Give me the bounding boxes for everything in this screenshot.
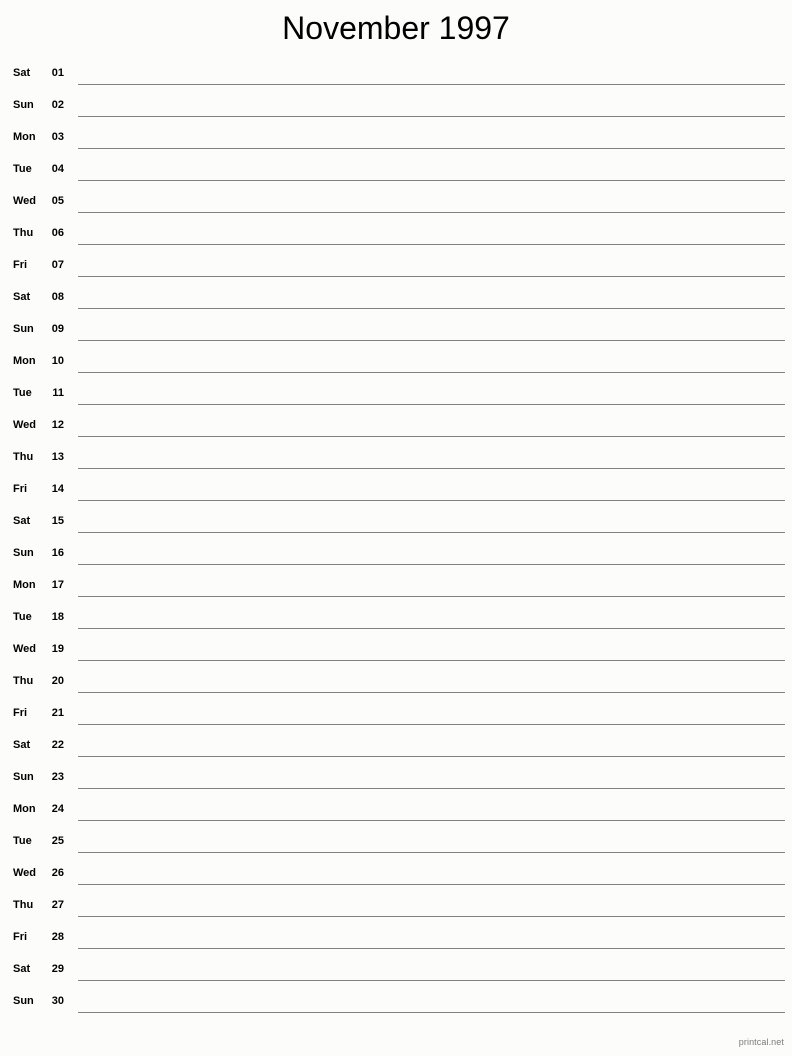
day-writing-line[interactable] bbox=[78, 852, 785, 853]
day-number-label: 14 bbox=[51, 483, 64, 495]
day-row[interactable]: Thu 27 bbox=[0, 892, 792, 924]
day-writing-line[interactable] bbox=[78, 468, 785, 469]
day-row[interactable]: Sun 16 bbox=[0, 540, 792, 572]
day-row[interactable]: Fri 07 bbox=[0, 252, 792, 284]
day-row[interactable]: Wed 26 bbox=[0, 860, 792, 892]
day-row[interactable]: Tue 04 bbox=[0, 156, 792, 188]
day-writing-line[interactable] bbox=[78, 436, 785, 437]
day-number-label: 07 bbox=[51, 259, 64, 271]
day-row[interactable]: Sat 01 bbox=[0, 60, 792, 92]
day-number-label: 12 bbox=[51, 419, 64, 431]
day-row[interactable]: Wed 05 bbox=[0, 188, 792, 220]
day-row[interactable]: Sat 08 bbox=[0, 284, 792, 316]
day-number-label: 20 bbox=[51, 675, 64, 687]
day-number-label: 24 bbox=[51, 803, 64, 815]
day-number-label: 05 bbox=[51, 195, 64, 207]
day-row-list: Sat 01 Sun 02 Mon 03 Tue 04 Wed 05 Thu 06 Fri 07 Sat 08… bbox=[0, 60, 792, 1020]
day-number-label: 21 bbox=[51, 707, 64, 719]
day-row[interactable]: Tue 18 bbox=[0, 604, 792, 636]
day-writing-line[interactable] bbox=[78, 532, 785, 533]
day-number-label: 08 bbox=[51, 291, 64, 303]
day-row[interactable]: Fri 14 bbox=[0, 476, 792, 508]
day-row[interactable]: Thu 20 bbox=[0, 668, 792, 700]
day-writing-line[interactable] bbox=[78, 308, 785, 309]
day-writing-line[interactable] bbox=[78, 404, 785, 405]
footer-credit: printcal.net bbox=[738, 1037, 784, 1047]
day-row[interactable]: Tue 25 bbox=[0, 828, 792, 860]
day-number-label: 19 bbox=[51, 643, 64, 655]
day-writing-line[interactable] bbox=[78, 596, 785, 597]
day-number-label: 27 bbox=[51, 899, 64, 911]
day-number-label: 01 bbox=[51, 67, 64, 79]
day-row[interactable]: Sun 09 bbox=[0, 316, 792, 348]
day-writing-line[interactable] bbox=[78, 660, 785, 661]
day-writing-line[interactable] bbox=[78, 212, 785, 213]
day-writing-line[interactable] bbox=[78, 916, 785, 917]
day-number-label: 06 bbox=[51, 227, 64, 239]
day-writing-line[interactable] bbox=[78, 756, 785, 757]
day-writing-line[interactable] bbox=[78, 244, 785, 245]
day-row[interactable]: Fri 21 bbox=[0, 700, 792, 732]
day-row[interactable]: Mon 17 bbox=[0, 572, 792, 604]
day-row[interactable]: Sun 02 bbox=[0, 92, 792, 124]
page-title-text: November 1997 bbox=[282, 10, 510, 46]
day-writing-line[interactable] bbox=[78, 84, 785, 85]
day-row[interactable]: Mon 03 bbox=[0, 124, 792, 156]
day-row[interactable]: Wed 19 bbox=[0, 636, 792, 668]
day-row[interactable]: Mon 24 bbox=[0, 796, 792, 828]
day-writing-line[interactable] bbox=[78, 148, 785, 149]
day-number-label: 11 bbox=[52, 387, 64, 399]
day-writing-line[interactable] bbox=[78, 1012, 785, 1013]
day-row[interactable]: Mon 10 bbox=[0, 348, 792, 380]
day-writing-line[interactable] bbox=[78, 884, 785, 885]
day-number-label: 22 bbox=[51, 739, 64, 751]
day-number-label: 10 bbox=[51, 355, 64, 367]
day-writing-line[interactable] bbox=[78, 116, 785, 117]
day-writing-line[interactable] bbox=[78, 180, 785, 181]
day-number-label: 29 bbox=[51, 963, 64, 975]
day-writing-line[interactable] bbox=[78, 276, 785, 277]
day-writing-line[interactable] bbox=[78, 564, 785, 565]
day-number-label: 02 bbox=[51, 99, 64, 111]
day-number-label: 03 bbox=[51, 131, 64, 143]
day-row[interactable]: Fri 28 bbox=[0, 924, 792, 956]
day-row[interactable]: Wed 12 bbox=[0, 412, 792, 444]
day-writing-line[interactable] bbox=[78, 948, 785, 949]
day-number-label: 25 bbox=[51, 835, 64, 847]
day-writing-line[interactable] bbox=[78, 724, 785, 725]
day-number-label: 16 bbox=[51, 547, 64, 559]
day-writing-line[interactable] bbox=[78, 788, 785, 789]
day-writing-line[interactable] bbox=[78, 692, 785, 693]
day-writing-line[interactable] bbox=[78, 980, 785, 981]
day-row[interactable]: Sun 30 bbox=[0, 988, 792, 1020]
day-writing-line[interactable] bbox=[78, 628, 785, 629]
day-row[interactable]: Thu 06 bbox=[0, 220, 792, 252]
day-row[interactable]: Sat 22 bbox=[0, 732, 792, 764]
day-writing-line[interactable] bbox=[78, 340, 785, 341]
day-writing-line[interactable] bbox=[78, 500, 785, 501]
day-number-label: 26 bbox=[51, 867, 64, 879]
day-number-label: 09 bbox=[51, 323, 64, 335]
page-title: November 1997 bbox=[0, 8, 792, 48]
day-number-label: 28 bbox=[51, 931, 64, 943]
day-number-label: 13 bbox=[51, 451, 64, 463]
day-row[interactable]: Sat 15 bbox=[0, 508, 792, 540]
day-row[interactable]: Thu 13 bbox=[0, 444, 792, 476]
day-row[interactable]: Sat 29 bbox=[0, 956, 792, 988]
day-number-label: 04 bbox=[51, 163, 64, 175]
day-row[interactable]: Tue 11 bbox=[0, 380, 792, 412]
day-row[interactable]: Sun 23 bbox=[0, 764, 792, 796]
day-number-label: 23 bbox=[51, 771, 64, 783]
calendar-page: November 1997 Sat 01 Sun 02 Mon 03 Tue 04 Wed 05 T… bbox=[0, 0, 792, 1056]
day-number-label: 30 bbox=[51, 995, 64, 1007]
day-writing-line[interactable] bbox=[78, 820, 785, 821]
day-number-label: 15 bbox=[51, 515, 64, 527]
day-writing-line[interactable] bbox=[78, 372, 785, 373]
day-number-label: 18 bbox=[51, 611, 64, 623]
day-number-label: 17 bbox=[51, 579, 64, 591]
